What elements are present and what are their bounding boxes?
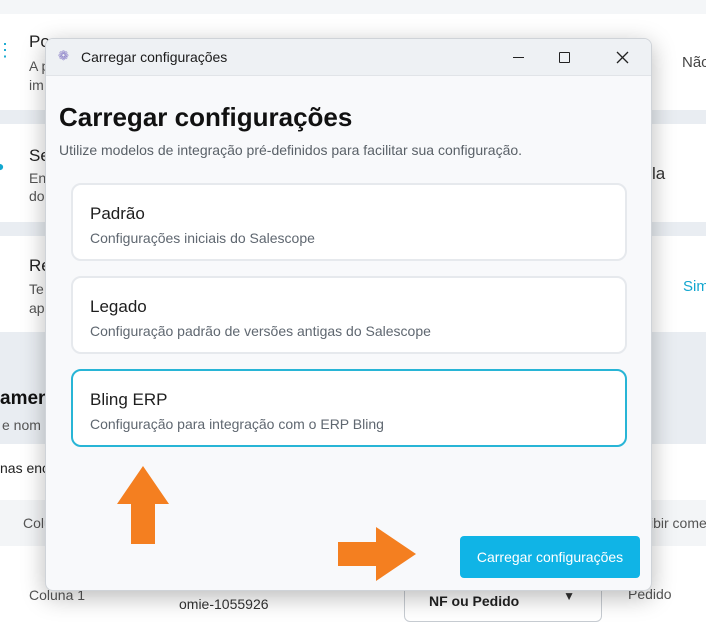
option-card-legado[interactable]: Legado Configuração padrão de versões an…: [71, 276, 627, 354]
bg-cell-code: omie-1055926: [179, 596, 269, 612]
option-description: Configuração para integração com o ERP B…: [90, 416, 384, 432]
bg-row2-value: la: [652, 164, 666, 183]
chevron-down-icon: ▼: [563, 589, 575, 603]
bg-top-strip: [0, 0, 706, 14]
dialog-heading: Carregar configurações: [59, 102, 353, 132]
load-config-button[interactable]: Carregar configurações: [460, 536, 640, 578]
option-title: Legado: [90, 297, 147, 316]
gear-icon: ❁: [58, 48, 69, 63]
option-description: Configurações iniciais do Salescope: [90, 230, 315, 246]
bg-row1-line2: im: [29, 77, 44, 93]
option-description: Configuração padrão de versões antigas d…: [90, 323, 431, 339]
minimize-icon: [512, 56, 524, 58]
bg-row1-value: Não: [682, 54, 706, 71]
option-card-padrao[interactable]: Padrão Configurações iniciais do Salesco…: [71, 183, 627, 261]
bg-row1-icon: ⋮: [0, 40, 14, 60]
arrow-up-icon: [117, 466, 169, 544]
option-title: Bling ERP: [90, 390, 168, 409]
bg-row2-line1: En: [29, 170, 47, 186]
bg-section-heading: amen: [0, 388, 50, 409]
bg-select-value: NF ou Pedido: [429, 593, 520, 609]
bg-row2-line2: do: [29, 188, 45, 204]
option-title: Padrão: [90, 204, 145, 223]
arrow-right-icon: [338, 527, 416, 581]
window-titlebar[interactable]: ❁ Carregar configurações: [46, 39, 651, 76]
close-button[interactable]: [599, 39, 645, 75]
maximize-icon: [558, 51, 570, 63]
option-card-bling-erp[interactable]: Bling ERP Configuração para integração c…: [71, 369, 627, 447]
bg-section-note: nas enc: [0, 460, 50, 476]
maximize-button[interactable]: [541, 39, 587, 75]
bg-col-header-right: ibir come: [650, 515, 706, 531]
bg-section-sub: e nom: [2, 417, 41, 433]
minimize-button[interactable]: [495, 39, 541, 75]
dialog-subtitle: Utilize modelos de integração pré-defini…: [59, 142, 523, 158]
bg-row3-link[interactable]: Sim: [683, 278, 706, 295]
close-icon: [616, 51, 628, 63]
bg-row3-line2: ap: [29, 300, 45, 316]
window-title: Carregar configurações: [81, 49, 228, 65]
bg-row3-line1: Te: [29, 281, 44, 297]
bg-row2-icon: ●: [0, 158, 5, 174]
